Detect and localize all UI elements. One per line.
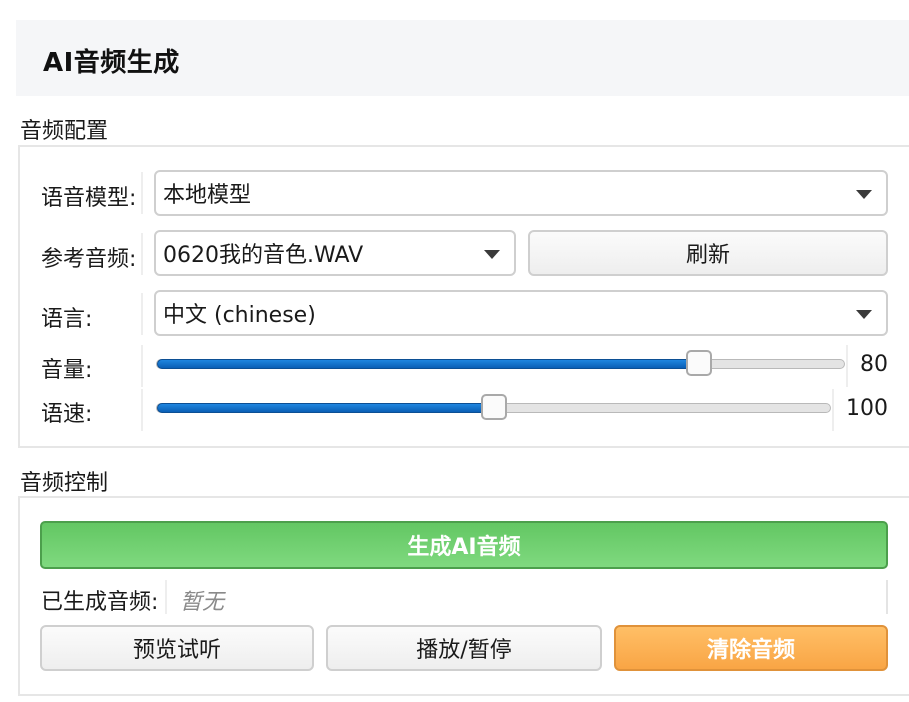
speed-label: 语速: (41, 402, 93, 427)
volume-label: 音量: (41, 358, 93, 383)
reference-audio-label: 参考音频: (41, 247, 137, 272)
config-section-label: 音频配置 (20, 119, 109, 144)
clear-audio-button[interactable]: 清除音频 (614, 625, 888, 671)
label-divider (141, 345, 143, 387)
language-label: 语言: (41, 307, 93, 332)
generated-audio-value: 暂无 (180, 590, 225, 615)
reference-audio-value: 0620我的音色.WAV (163, 243, 364, 268)
volume-value: 80 (860, 352, 888, 377)
play-pause-button[interactable]: 播放/暂停 (326, 625, 602, 671)
reference-audio-select[interactable]: 0620我的音色.WAV (154, 230, 516, 276)
voice-model-label: 语音模型: (41, 186, 137, 211)
speed-slider[interactable] (156, 394, 831, 420)
volume-slider-handle[interactable] (686, 350, 712, 376)
audio-control-group: 生成AI音频 已生成音频: 暂无 预览试听 播放/暂停 清除音频 (18, 496, 909, 696)
refresh-button[interactable]: 刷新 (528, 230, 888, 276)
label-divider (141, 233, 143, 275)
value-divider (846, 345, 848, 387)
language-select[interactable]: 中文 (chinese) (154, 290, 888, 336)
volume-slider[interactable] (156, 350, 845, 376)
page-title: AI音频生成 (43, 48, 180, 78)
label-divider (141, 389, 143, 431)
generated-audio-label: 已生成音频: (41, 590, 159, 615)
voice-model-select[interactable]: 本地模型 (154, 170, 888, 216)
voice-model-value: 本地模型 (163, 183, 252, 208)
field-divider (165, 580, 167, 614)
top-strip (0, 0, 909, 8)
label-divider (141, 293, 143, 335)
speed-slider-handle[interactable] (481, 394, 507, 420)
control-section-label: 音频控制 (20, 471, 109, 496)
speed-slider-fill (157, 403, 494, 413)
chevron-down-icon (856, 310, 872, 319)
speed-value: 100 (846, 396, 888, 421)
chevron-down-icon (856, 190, 872, 199)
label-divider (141, 172, 143, 214)
header-bar: AI音频生成 (16, 20, 909, 96)
generate-audio-button[interactable]: 生成AI音频 (40, 521, 888, 569)
preview-button[interactable]: 预览试听 (40, 625, 314, 671)
language-value: 中文 (chinese) (163, 303, 316, 328)
chevron-down-icon (484, 250, 500, 259)
volume-slider-fill (157, 359, 699, 369)
audio-config-group: 语音模型: 本地模型 参考音频: 0620我的音色.WAV 刷新 语言: 中文 … (18, 145, 909, 448)
field-divider (886, 580, 888, 614)
